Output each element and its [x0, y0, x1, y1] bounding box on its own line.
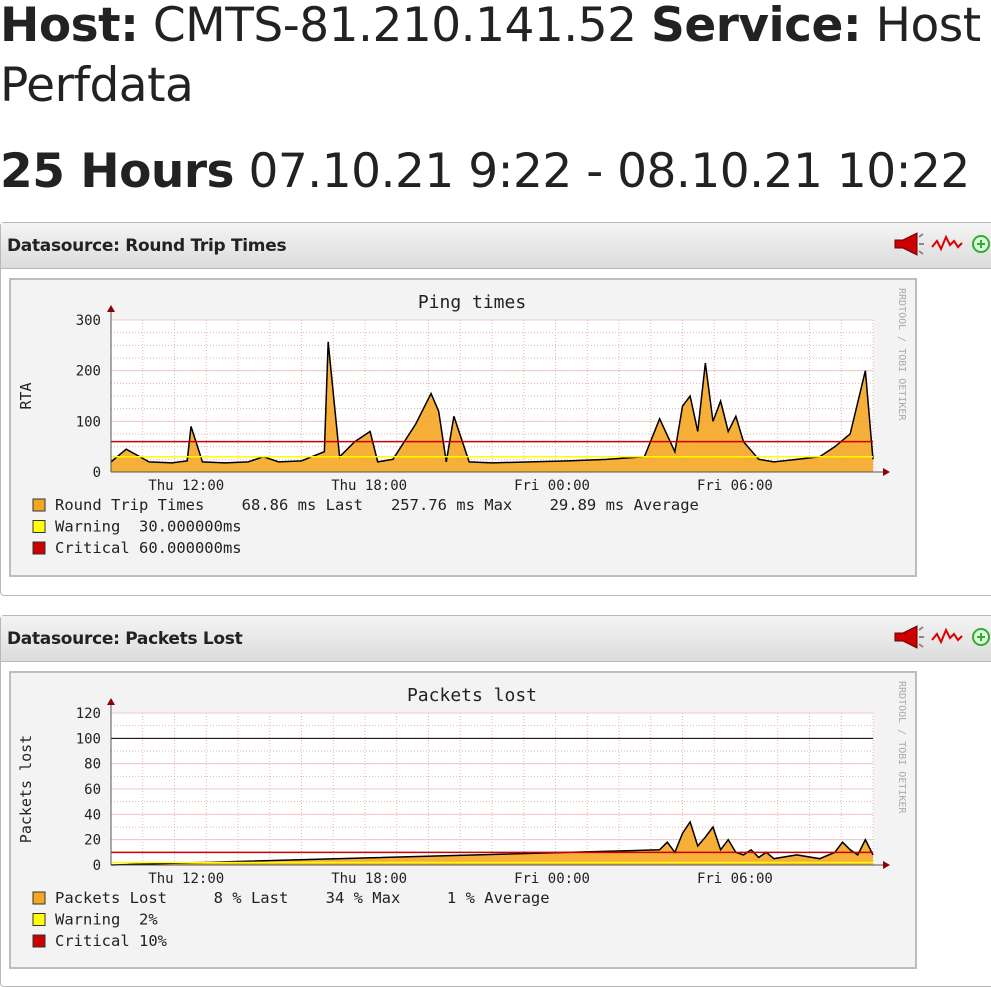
y-tick-label: 200 [76, 364, 101, 380]
x-axis-arrow [883, 861, 890, 869]
host-value: CMTS-81.210.141.52 [152, 0, 637, 53]
host-label: Host: [0, 0, 139, 53]
y-tick-label: 20 [84, 833, 101, 849]
x-tick-label: Fri 06:00 [697, 871, 773, 887]
watermark: RRDTOOL / TOBI OETIKER [896, 681, 907, 814]
y-tick-label: 80 [84, 757, 101, 773]
x-tick-label: Fri 00:00 [514, 871, 590, 887]
chart-title: Packets lost [407, 685, 537, 706]
y-tick-label: 100 [76, 731, 101, 747]
packets-lost-chart: Packets lost Packets lost RRDTOOL / TOBI O… [17, 681, 907, 950]
graph-icon[interactable] [931, 231, 963, 257]
service-label: Service: [651, 0, 862, 53]
y-tick-label: 60 [84, 782, 101, 798]
panel-header: Datasource: Round Trip Times [1, 223, 991, 269]
panel-title: Datasource: Round Trip Times [7, 236, 287, 256]
y-tick-label: 0 [93, 465, 101, 481]
legend-entry: Warning 2% [55, 911, 158, 929]
chart-title: Ping times [418, 292, 526, 313]
legend-swatch [32, 913, 46, 926]
legend-entry: Round Trip Times 68.86 ms Last 257.76 ms… [55, 496, 699, 514]
megaphone-icon[interactable] [891, 231, 925, 257]
ping-times-chart: Ping times RTA RRDTOOL / TOBI OETIKER 0 100 2… [17, 288, 907, 557]
x-tick-label: Thu 12:00 [148, 871, 224, 887]
range-label: 25 Hours [0, 144, 235, 199]
zoom-icon[interactable] [969, 231, 991, 257]
panel-round-trip-times: Datasource: Round Trip Times Ping times R… [0, 222, 991, 596]
x-tick-label: Fri 00:00 [514, 478, 590, 494]
legend-entry: Critical 10% [55, 932, 168, 950]
y-axis-arrow [107, 698, 115, 705]
panel-header: Datasource: Packets Lost [1, 616, 991, 662]
y-tick-label: 300 [76, 313, 101, 329]
packets-graph: Packets lost Packets lost RRDTOOL / TOBI O… [9, 671, 917, 969]
y-tick-label: 40 [84, 807, 101, 823]
watermark: RRDTOOL / TOBI OETIKER [896, 288, 907, 421]
legend-swatch [32, 891, 46, 905]
graph-icon[interactable] [931, 624, 963, 650]
y-axis-label: Packets lost [17, 735, 35, 843]
panel-icons [891, 231, 991, 257]
legend-entry: Packets Lost 8 % Last 34 % Max 1 % Avera… [55, 889, 550, 907]
panel-icons [891, 624, 991, 650]
panel-packets-lost: Datasource: Packets Lost Packets lost Pac… [0, 615, 991, 987]
x-axis-arrow [883, 468, 890, 476]
x-tick-label: Thu 18:00 [331, 871, 407, 887]
legend-entry: Warning 30.000000ms [55, 518, 242, 536]
legend-swatch [32, 934, 46, 948]
x-tick-label: Thu 12:00 [148, 478, 224, 494]
legend-swatch [32, 541, 46, 555]
panel-title: Datasource: Packets Lost [7, 629, 243, 649]
time-range: 25 Hours 07.10.21 9:22 - 08.10.21 10:22 [0, 142, 991, 202]
legend-entry: Critical 60.000000ms [55, 539, 242, 557]
x-tick-label: Fri 06:00 [697, 478, 773, 494]
y-tick-label: 100 [76, 414, 101, 430]
range-value: 07.10.21 9:22 - 08.10.21 10:22 [248, 144, 970, 199]
y-axis-arrow [107, 305, 115, 312]
megaphone-icon[interactable] [891, 624, 925, 650]
y-tick-label: 120 [76, 706, 101, 722]
page-title: Host: CMTS-81.210.141.52 Service: Host P… [0, 0, 991, 116]
legend-swatch [32, 498, 46, 512]
ping-graph: Ping times RTA RRDTOOL / TOBI OETIKER 0 100 2… [9, 278, 917, 577]
legend-swatch [32, 520, 46, 533]
y-axis-label: RTA [17, 382, 35, 409]
zoom-icon[interactable] [969, 624, 991, 650]
y-tick-label: 0 [93, 858, 101, 874]
x-tick-label: Thu 18:00 [331, 478, 407, 494]
